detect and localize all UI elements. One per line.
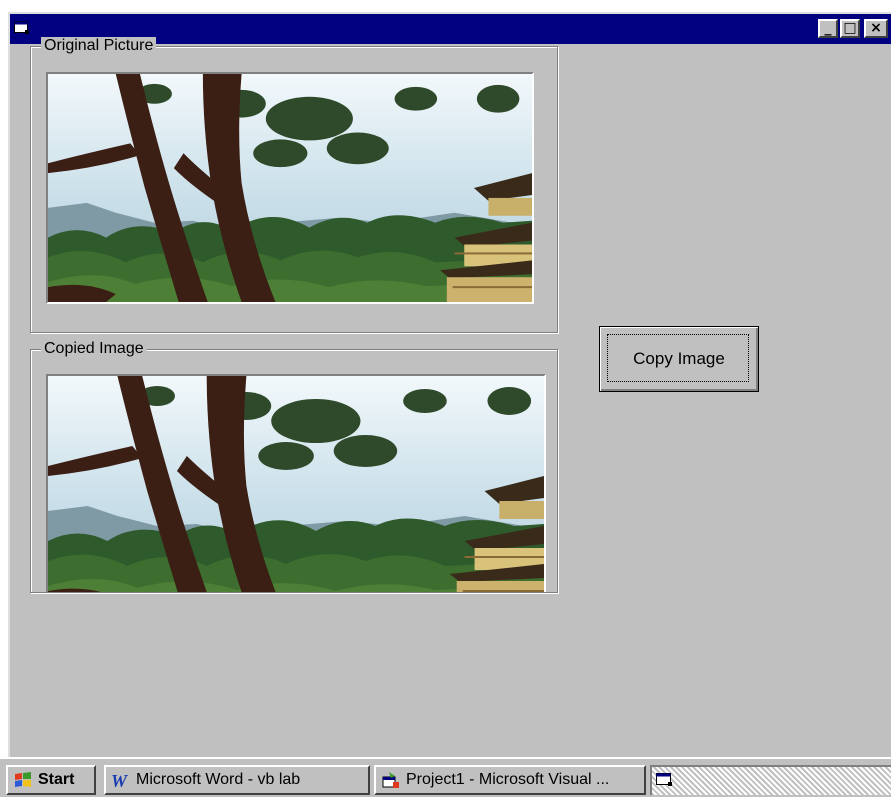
original-picture-label: Original Picture xyxy=(41,37,157,55)
taskbar-item-word-label: Microsoft Word - vb lab xyxy=(136,771,301,788)
original-picture-box[interactable] xyxy=(46,72,534,304)
form-icon[interactable] xyxy=(14,21,30,35)
copy-image-button[interactable]: Copy Image xyxy=(599,326,759,392)
form-window: _ □ × Original Picture Copied Image Copy… xyxy=(8,12,891,757)
focus-rect xyxy=(607,334,749,382)
windows-logo-icon xyxy=(13,770,33,790)
close-icon: × xyxy=(870,20,882,36)
copied-image-label: Copied Image xyxy=(41,340,147,358)
taskbar-item-visual-basic[interactable]: Project1 - Microsoft Visual ... xyxy=(374,765,646,795)
form-icon[interactable] xyxy=(656,772,674,788)
taskbar: Start W Microsoft Word - vb lab Project1… xyxy=(0,757,891,797)
word-icon: W xyxy=(111,770,131,791)
taskbar-item-visual-basic-label: Project1 - Microsoft Visual ... xyxy=(406,771,610,788)
taskbar-item-word[interactable]: W Microsoft Word - vb lab xyxy=(104,765,370,795)
minimize-button[interactable]: _ xyxy=(818,19,838,38)
visual-basic-icon xyxy=(381,770,401,790)
svg-text:W: W xyxy=(111,771,129,790)
minimize-icon: _ xyxy=(824,20,832,36)
copied-image-box[interactable] xyxy=(46,374,546,592)
copied-photo xyxy=(48,376,544,592)
close-button[interactable]: × xyxy=(864,19,888,38)
maximize-button[interactable]: □ xyxy=(840,19,860,38)
original-photo xyxy=(48,74,532,302)
start-label: Start xyxy=(38,771,75,788)
taskbar-tray[interactable] xyxy=(650,765,891,795)
start-button[interactable]: Start xyxy=(6,765,96,795)
maximize-icon: □ xyxy=(843,20,857,36)
